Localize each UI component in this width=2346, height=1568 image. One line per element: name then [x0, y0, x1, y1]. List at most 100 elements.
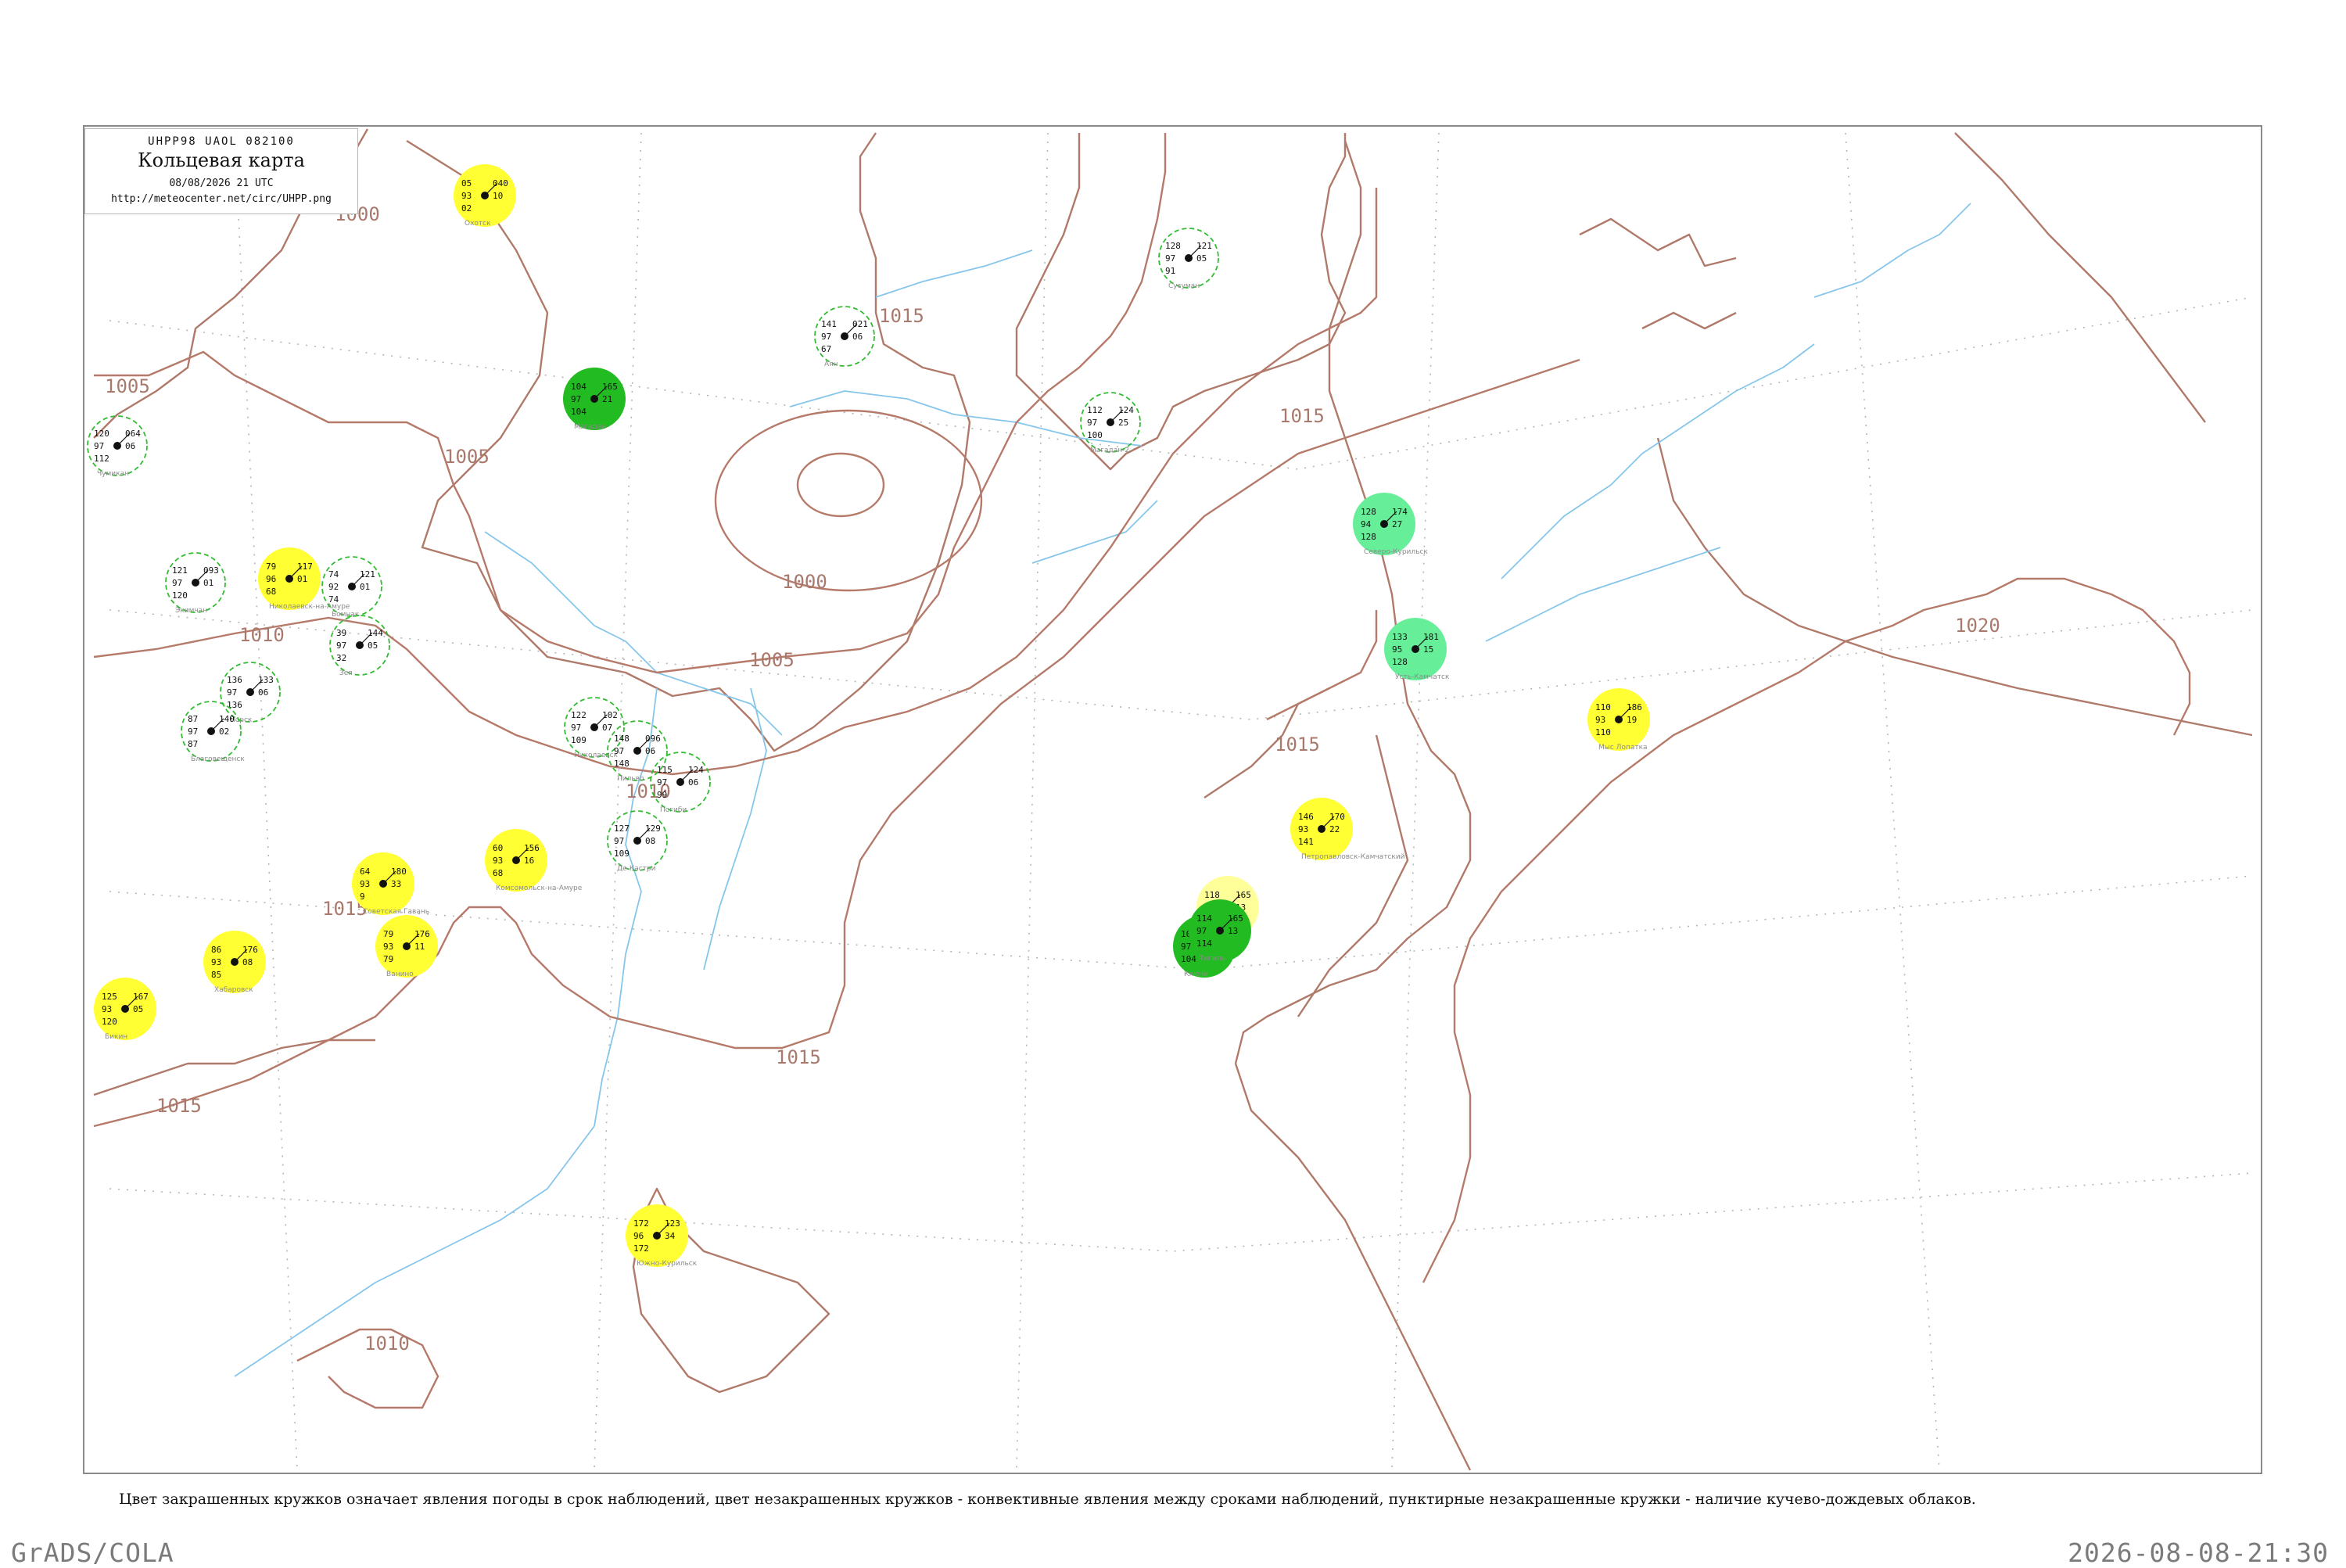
- station-dewpoint: 97: [1165, 253, 1175, 264]
- synoptic-map: 1000 1000 1005 1005 1005 1010 1010 1010 …: [83, 125, 2262, 1474]
- map-frame: [83, 125, 2262, 1474]
- station-pressure: 156: [524, 843, 540, 853]
- station-name: Зея: [339, 669, 353, 677]
- station-pressure: 165: [602, 382, 618, 392]
- station-temp: 74: [328, 569, 339, 579]
- station-extra: 68: [266, 587, 276, 597]
- station-extra: 110: [1595, 727, 1611, 737]
- station-tendency: 34: [665, 1231, 676, 1241]
- station-plot: 79 176 93 11 79 Ванино: [375, 915, 438, 978]
- station-extra: 120: [102, 1017, 117, 1027]
- station-dewpoint: 94: [1361, 519, 1372, 529]
- isobar-label-1010: 1010: [239, 624, 285, 646]
- station-plot: 86 176 93 08 85 Хабаровск: [203, 931, 266, 994]
- station-tendency: 05: [133, 1004, 143, 1014]
- station-extra: 104: [1181, 954, 1196, 964]
- station-dewpoint: 93: [102, 1004, 112, 1014]
- station-name: Магадан: [574, 423, 606, 431]
- graticule: [109, 132, 2253, 1471]
- station-dewpoint: 97: [94, 441, 104, 451]
- station-plot: 05 040 93 10 02 Охотск: [454, 164, 516, 228]
- station-tendency: 13: [1228, 926, 1238, 936]
- station-temp: 141: [821, 319, 837, 329]
- station-plot: 172 123 96 34 172 Южно-Курильск: [626, 1204, 698, 1268]
- station-tendency: 05: [368, 640, 378, 651]
- isobar-1000-inner: [796, 452, 885, 518]
- isobar-1020: [1422, 577, 2191, 1283]
- station-plot: 125 167 93 05 120 Бикин: [94, 978, 156, 1041]
- station-temp: 86: [211, 945, 221, 955]
- station-plot: 64 180 93 33 9 Советская Гавань: [352, 852, 429, 916]
- station-dewpoint: 97: [821, 332, 831, 342]
- station-name: Бомнак: [332, 611, 360, 619]
- station-extra: 67: [821, 344, 831, 354]
- station-name: Погиби: [660, 806, 687, 814]
- station-plot: 87 140 97 02 87 Благовещенск: [181, 701, 245, 763]
- station-tendency: 06: [125, 441, 135, 451]
- station-temp: 115: [657, 765, 673, 775]
- station-dewpoint: 93: [493, 856, 503, 866]
- station-temp: 110: [1595, 702, 1611, 712]
- station-dewpoint: 97: [571, 723, 581, 733]
- station-tendency: 05: [1196, 253, 1207, 264]
- station-plot: 104 165 97 21 104 Магадан: [563, 368, 626, 431]
- station-name: Благовещенск: [191, 755, 245, 763]
- station-plot: 133 181 95 15 128 Усть-Камчатск: [1384, 618, 1450, 681]
- station-pressure: 176: [242, 945, 258, 955]
- station-dewpoint: 93: [383, 942, 393, 952]
- rivers: [234, 203, 1971, 1377]
- station-temp: 114: [1196, 913, 1212, 924]
- isobar-label-1015-c: 1015: [1279, 405, 1325, 427]
- map-datetime: 08/08/2026 21 UTC: [169, 178, 274, 189]
- station-plot: 60 156 93 16 68 Комсомольск-на-Амуре: [485, 829, 583, 892]
- station-temp: 120: [94, 429, 109, 439]
- station-tendency: 19: [1627, 715, 1637, 725]
- station-plot: 128 121 97 05 91 Сусуман: [1158, 228, 1219, 290]
- station-dewpoint: 93: [1298, 824, 1308, 834]
- station-temp: 127: [614, 823, 630, 834]
- station-extra: 141: [1298, 837, 1314, 847]
- station-extra: 74: [328, 594, 339, 605]
- station-name: Де-Кастри: [617, 865, 656, 873]
- isobars: 1000 1000 1005 1005 1005 1010 1010 1010 …: [93, 133, 2191, 1409]
- station-dewpoint: 97: [1087, 418, 1097, 428]
- station-temp: 133: [1392, 632, 1408, 642]
- map-url[interactable]: http://meteocenter.net/circ/UHPP.png: [85, 193, 357, 205]
- station-extra: 68: [493, 868, 503, 878]
- station-plot: 141 021 97 06 67 Аян: [814, 306, 875, 368]
- station-extra: 91: [1165, 266, 1175, 276]
- isobar-label-1015-b: 1015: [776, 1046, 821, 1068]
- station-temp: 121: [172, 565, 188, 576]
- station-tendency: 08: [645, 836, 655, 846]
- station-dewpoint: 96: [266, 574, 276, 584]
- isobar-label-1005: 1005: [105, 375, 150, 397]
- station-tendency: 33: [391, 879, 401, 889]
- station-pressure: 121: [1196, 241, 1212, 251]
- isobar-1015-east: [1266, 610, 1378, 721]
- isobar-label-1015-f: 1015: [879, 305, 924, 327]
- station-tendency: 02: [219, 727, 229, 737]
- station-tendency: 06: [688, 777, 698, 788]
- station-pressure: 181: [1423, 632, 1439, 642]
- station-dewpoint: 97: [172, 578, 182, 588]
- station-pressure: 121: [360, 569, 375, 579]
- station-dewpoint: 97: [657, 777, 667, 788]
- station-name: Аян: [824, 361, 838, 368]
- station-tendency: 15: [1423, 644, 1433, 655]
- station-extra: 128: [1361, 532, 1376, 542]
- station-dewpoint: 93: [461, 191, 472, 201]
- station-tendency: 27: [1392, 519, 1402, 529]
- station-extra: 120: [172, 590, 188, 601]
- station-temp: 79: [383, 929, 393, 939]
- station-plot: 120 064 97 06 112 Чумикан: [87, 415, 148, 478]
- station-pressure: 167: [133, 992, 149, 1002]
- station-temp: 125: [102, 992, 117, 1002]
- station-tendency: 08: [242, 957, 253, 967]
- station-pressure: 133: [258, 675, 274, 685]
- station-dewpoint: 93: [360, 879, 370, 889]
- station-dewpoint: 97: [188, 727, 198, 737]
- station-extra: 99: [657, 790, 667, 800]
- station-pressure: 186: [1627, 702, 1642, 712]
- isobar-label-1000-b: 1000: [782, 571, 827, 593]
- isobar-label-1015: 1015: [156, 1095, 202, 1117]
